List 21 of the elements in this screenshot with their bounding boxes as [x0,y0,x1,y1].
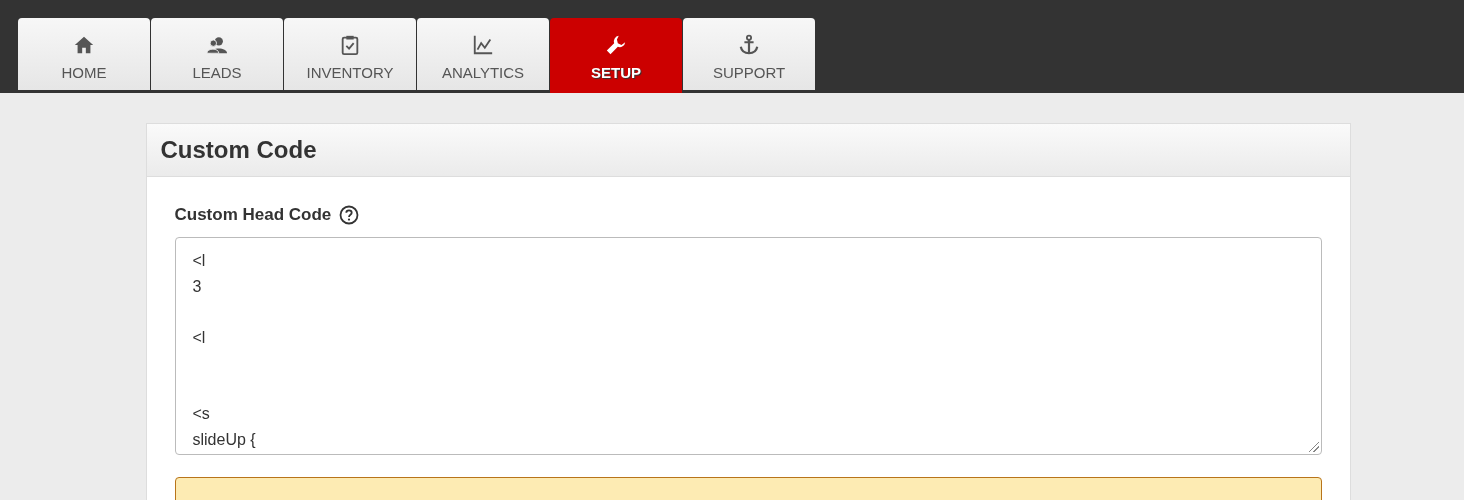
anchor-icon [738,34,760,56]
code-line: <l [192,252,206,269]
field-label: Custom Head Code [174,205,332,225]
people-icon [206,34,228,56]
help-icon[interactable] [339,205,360,225]
wrench-icon [605,34,627,56]
nav-tab[interactable]: HOME [18,18,150,90]
code-field[interactable]: <l 3 <l <s slideUp { [174,237,1322,455]
panel-title: Custom Code [160,136,317,164]
nav-tab[interactable]: SUPPORT [683,18,815,90]
clipboard-check-icon [339,34,361,56]
home-icon [73,34,95,56]
nav-tab[interactable]: LEADS [151,18,283,90]
code-line: <l [192,328,206,346]
code-line: 3 [192,277,202,295]
code-line: slideUp { [192,430,256,448]
nav-tab[interactable]: SETUP [550,18,682,93]
nav-tab[interactable]: ANALYTICS [417,18,549,90]
code-line: <s [192,405,210,422]
line-chart-icon [472,34,494,56]
nav-tab[interactable]: INVENTORY [284,18,416,90]
